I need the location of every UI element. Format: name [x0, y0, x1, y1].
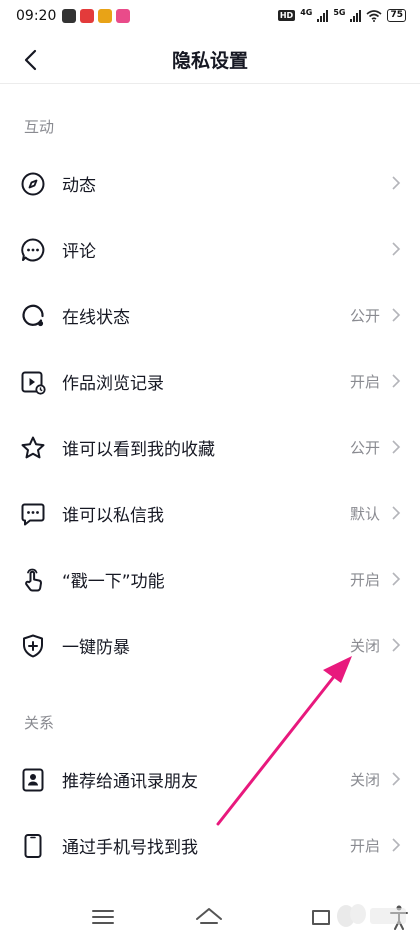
chevron-right-icon — [392, 308, 401, 322]
section-title-interaction: 互动 — [24, 118, 55, 136]
setting-label: 作品浏览记录 — [62, 373, 164, 394]
hd-badge: HD — [277, 10, 296, 21]
online-ring-icon — [22, 304, 44, 327]
setting-value: 开启 — [349, 372, 380, 391]
network-label-2: 5G — [333, 8, 346, 17]
chevron-right-icon — [392, 506, 401, 520]
setting-label: 推荐给通讯录朋友 — [62, 771, 198, 792]
setting-value: 默认 — [349, 504, 380, 523]
notification-app-icon — [80, 9, 94, 23]
setting-value: 关闭 — [349, 636, 380, 655]
shield-plus-icon — [23, 634, 43, 658]
section-title-relations: 关系 — [24, 714, 55, 732]
wifi-icon — [366, 9, 382, 22]
setting-label: 评论 — [62, 241, 96, 262]
status-time: 09:20 — [16, 8, 57, 24]
setting-row-poke[interactable]: “戳一下”功能 开启 — [0, 546, 420, 612]
message-dots-icon — [21, 503, 45, 526]
setting-value: 公开 — [349, 306, 380, 325]
battery-icon: 75 — [387, 9, 406, 22]
setting-value: 公开 — [349, 438, 380, 457]
setting-label: 一键防暴 — [62, 637, 130, 658]
notification-app-icon — [98, 9, 112, 23]
setting-value: 开启 — [349, 570, 380, 589]
chevron-right-icon — [392, 772, 401, 786]
signal-icon — [317, 9, 329, 22]
setting-row-online-status[interactable]: 在线状态 公开 — [0, 282, 420, 348]
setting-label: “戳一下”功能 — [62, 571, 165, 592]
chevron-right-icon — [392, 242, 401, 256]
setting-label: 动态 — [62, 175, 96, 196]
chevron-right-icon — [392, 374, 401, 388]
video-history-icon — [21, 371, 46, 395]
signal-icon — [350, 9, 362, 22]
page-title: 隐私设置 — [171, 50, 248, 72]
setting-row-comments[interactable]: 评论 — [0, 216, 420, 282]
setting-row-anti-harassment[interactable]: 一键防暴 关闭 — [0, 612, 420, 678]
setting-label: 谁可以私信我 — [62, 505, 164, 526]
watermark-logo — [337, 904, 406, 927]
network-label-1: 4G — [300, 8, 313, 17]
phone-icon — [24, 834, 42, 858]
setting-row-private-message[interactable]: 谁可以私信我 默认 — [0, 480, 420, 546]
setting-label: 在线状态 — [62, 307, 130, 328]
notification-app-icon — [116, 9, 130, 23]
setting-row-browse-history[interactable]: 作品浏览记录 开启 — [0, 348, 420, 414]
chat-bubble-icon — [21, 238, 45, 262]
setting-value: 开启 — [349, 836, 380, 855]
setting-row-find-by-phone[interactable]: 通过手机号找到我 开启 — [0, 812, 420, 878]
compass-icon — [21, 172, 45, 196]
setting-row-favorites-visibility[interactable]: 谁可以看到我的收藏 公开 — [0, 414, 420, 480]
chevron-right-icon — [392, 572, 401, 586]
menu-icon[interactable] — [88, 904, 118, 930]
notification-app-icon — [62, 9, 76, 23]
setting-label: 通过手机号找到我 — [62, 837, 198, 858]
chevron-right-icon — [392, 440, 401, 454]
status-indicators: HD 4G 5G 75 — [277, 8, 406, 22]
chevron-right-icon — [392, 638, 401, 652]
home-icon[interactable] — [194, 904, 224, 930]
setting-value: 关闭 — [349, 770, 380, 789]
chevron-right-icon — [392, 838, 401, 852]
contact-card-icon — [22, 768, 44, 792]
tap-hand-icon — [25, 568, 42, 592]
notification-icons — [62, 9, 130, 23]
setting-label: 谁可以看到我的收藏 — [62, 439, 215, 460]
star-icon — [21, 436, 45, 459]
chevron-right-icon — [392, 176, 401, 190]
setting-row-feed[interactable]: 动态 — [0, 150, 420, 216]
status-bar: 09:20 HD 4G 5G 75 — [0, 0, 420, 34]
page-header: 隐私设置 — [0, 34, 420, 84]
setting-row-recommend-contacts[interactable]: 推荐给通讯录朋友 关闭 — [0, 746, 420, 812]
